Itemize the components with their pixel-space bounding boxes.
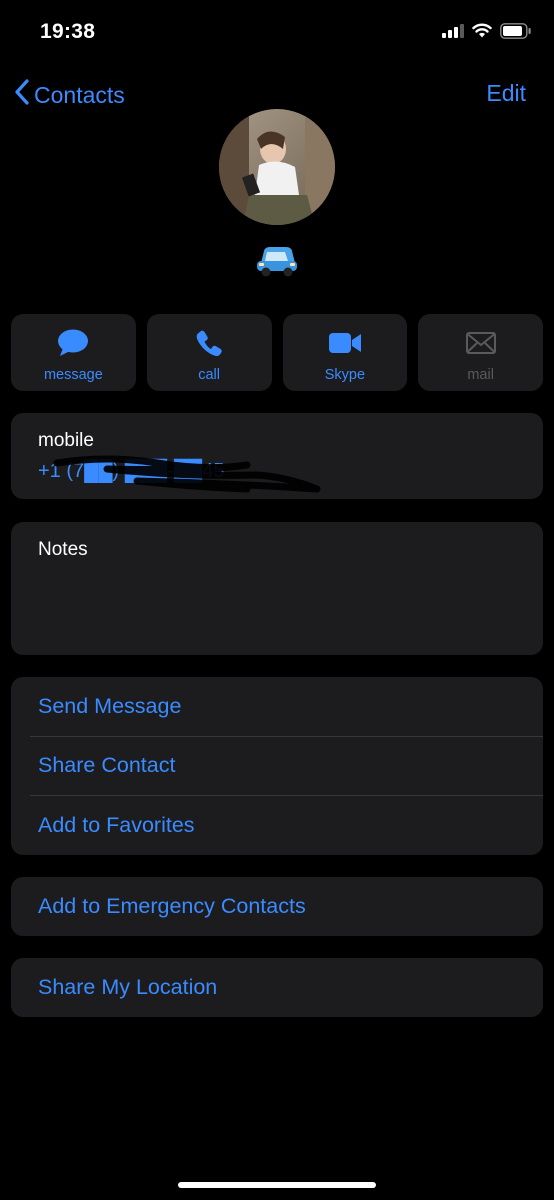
phone-number-card: mobile +1 (7██) ███-██45: [11, 413, 543, 499]
send-message-button[interactable]: Send Message: [11, 677, 543, 736]
quick-actions: message call Skype mail: [11, 314, 543, 391]
back-to-contacts-button[interactable]: Contacts: [14, 78, 125, 112]
car-icon: [247, 238, 307, 282]
call-action-button[interactable]: call: [146, 314, 272, 391]
message-action-button[interactable]: message: [11, 314, 136, 391]
skype-action-label: Skype: [324, 367, 366, 383]
edit-button[interactable]: Edit: [486, 80, 526, 107]
share-location-card: Share My Location: [11, 958, 543, 1017]
share-contact-button[interactable]: Share Contact: [11, 736, 543, 795]
message-bubble-icon: [57, 328, 89, 358]
call-action-label: call: [198, 367, 220, 383]
video-camera-icon: [328, 328, 362, 358]
share-my-location-button[interactable]: Share My Location: [38, 958, 217, 1017]
add-to-favorites-button[interactable]: Add to Favorites: [11, 796, 543, 855]
status-bar: 19:38: [0, 0, 554, 66]
skype-action-button[interactable]: Skype: [282, 314, 408, 391]
message-action-label: message: [43, 367, 103, 383]
chevron-left-icon: [14, 79, 30, 111]
emergency-contacts-card: Add to Emergency Contacts: [11, 877, 543, 936]
notes-label: Notes: [38, 539, 88, 560]
back-button-label: Contacts: [34, 81, 125, 108]
mail-action-button[interactable]: mail: [418, 314, 543, 391]
wifi-icon: [472, 23, 492, 43]
mail-action-label: mail: [467, 367, 494, 383]
envelope-icon: [465, 328, 496, 358]
contact-options-list: Send Message Share Contact Add to Favori…: [11, 677, 543, 855]
phone-icon: [195, 328, 223, 358]
contact-avatar: [219, 109, 335, 225]
add-to-emergency-contacts-button[interactable]: Add to Emergency Contacts: [38, 877, 306, 936]
notes-card[interactable]: Notes: [11, 522, 543, 655]
home-indicator[interactable]: [178, 1182, 376, 1188]
redaction-scribble: [53, 455, 321, 493]
phone-type-label: mobile: [38, 430, 94, 451]
status-icons: [442, 22, 532, 44]
battery-icon: [500, 22, 532, 44]
status-time: 19:38: [40, 20, 96, 43]
cellular-signal-icon: [442, 23, 464, 43]
